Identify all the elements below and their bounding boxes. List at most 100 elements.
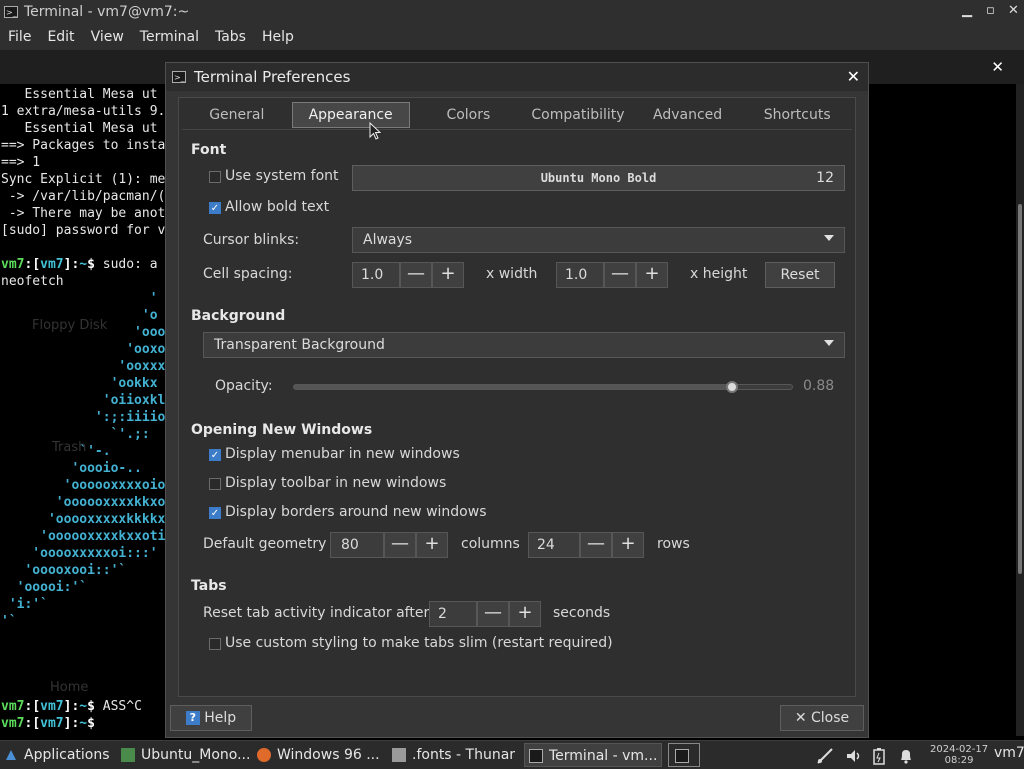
width-increase-button[interactable]: + bbox=[432, 262, 464, 288]
reset-activity-input[interactable]: 2 bbox=[429, 601, 477, 627]
opacity-label: Opacity: bbox=[215, 378, 273, 394]
use-system-font-label[interactable]: Use system font bbox=[225, 168, 339, 184]
menu-view[interactable]: View bbox=[83, 29, 132, 45]
allow-bold-checkbox[interactable]: ✓ bbox=[209, 202, 221, 214]
task-ubuntu-mono[interactable]: Ubuntu_Mono... bbox=[117, 743, 251, 767]
menu-tabs[interactable]: Tabs bbox=[207, 29, 254, 45]
notification-bell-icon[interactable] bbox=[898, 747, 914, 765]
opacity-value: 0.88 bbox=[803, 378, 835, 394]
terminal-menubar: File Edit View Terminal Tabs Help bbox=[0, 24, 1024, 50]
section-tabs: Tabs bbox=[191, 578, 227, 594]
ascii-art-line: 'oooooxxxxoio bbox=[1, 478, 166, 493]
menu-terminal[interactable]: Terminal bbox=[132, 29, 207, 45]
applications-icon bbox=[6, 750, 16, 760]
allow-bold-label[interactable]: Allow bold text bbox=[225, 199, 329, 215]
ascii-art-line: 'ooooxooi::'` bbox=[1, 563, 127, 578]
window-close-icon[interactable]: ✕ bbox=[1008, 3, 1019, 18]
columns-decrease-button[interactable]: — bbox=[384, 532, 416, 558]
tab-bar: General Appearance Colors Compatibility … bbox=[182, 101, 852, 130]
slim-tabs-checkbox[interactable] bbox=[209, 638, 221, 650]
reset-activity-increase-button[interactable]: + bbox=[509, 601, 541, 627]
firefox-icon bbox=[257, 748, 271, 762]
ascii-art-line: ' bbox=[1, 291, 158, 306]
borders-label[interactable]: Display borders around new windows bbox=[225, 504, 487, 520]
ascii-art-line: 'ooooxxxxxoi:::' bbox=[1, 546, 158, 561]
user-menu[interactable]: vm7 bbox=[994, 745, 1024, 761]
menu-edit[interactable]: Edit bbox=[39, 29, 82, 45]
font-chooser-button[interactable]: Ubuntu Mono Bold 12 bbox=[352, 165, 845, 191]
chevron-down-icon bbox=[824, 340, 834, 346]
clock-date: 2024-02-17 bbox=[930, 744, 989, 755]
opacity-slider[interactable] bbox=[293, 381, 793, 393]
battery-icon[interactable] bbox=[872, 747, 886, 765]
maximize-icon[interactable]: ▫ bbox=[986, 3, 995, 18]
font-size: 12 bbox=[816, 170, 834, 186]
menubar-label[interactable]: Display menubar in new windows bbox=[225, 446, 460, 462]
terminal-line: [sudo] password for v bbox=[1, 223, 166, 238]
task-terminal[interactable]: Terminal - vm... bbox=[524, 743, 662, 767]
tab-advanced[interactable]: Advanced bbox=[633, 101, 743, 129]
section-new-windows: Opening New Windows bbox=[191, 422, 373, 438]
opacity-slider-handle[interactable] bbox=[726, 381, 739, 393]
task-label: Ubuntu_Mono... bbox=[141, 747, 251, 763]
rows-decrease-button[interactable]: — bbox=[580, 532, 612, 558]
ascii-art-line: 'ooxo bbox=[1, 342, 166, 357]
columns-input[interactable]: 80 bbox=[330, 532, 384, 558]
help-button-label: Help bbox=[204, 710, 237, 726]
height-spacing-input[interactable]: 1.0 bbox=[556, 262, 604, 288]
height-decrease-button[interactable]: — bbox=[604, 262, 636, 288]
prompt-line: vm7:[vm7]:~$ bbox=[1, 716, 95, 731]
volume-icon[interactable] bbox=[845, 747, 863, 765]
applications-menu[interactable]: Applications bbox=[0, 743, 114, 767]
tab-appearance[interactable]: Appearance bbox=[291, 102, 410, 128]
menu-help[interactable]: Help bbox=[254, 29, 302, 45]
desktop-icon-trash[interactable]: Trash bbox=[52, 440, 86, 455]
scrollbar-thumb[interactable] bbox=[1018, 204, 1022, 574]
use-system-font-checkbox[interactable] bbox=[209, 171, 221, 183]
folder-icon bbox=[392, 748, 406, 762]
close-icon: ✕ bbox=[794, 710, 807, 726]
close-button[interactable]: ✕ Close bbox=[780, 705, 864, 731]
mouse-cursor-icon bbox=[369, 122, 381, 140]
chevron-down-icon bbox=[824, 235, 834, 241]
cursor-blinks-dropdown[interactable]: Always bbox=[352, 227, 845, 253]
menu-file[interactable]: File bbox=[0, 29, 39, 45]
tab-close-icon[interactable]: ✕ bbox=[991, 58, 1004, 76]
applications-label: Applications bbox=[24, 747, 110, 763]
task-windows96[interactable]: Windows 96 ... bbox=[253, 743, 385, 767]
dialog-close-icon[interactable]: ✕ bbox=[847, 67, 860, 86]
terminal-line: -> There may be anot bbox=[1, 206, 166, 221]
menubar-checkbox[interactable]: ✓ bbox=[209, 449, 221, 461]
columns-increase-button[interactable]: + bbox=[416, 532, 448, 558]
toolbar-checkbox[interactable] bbox=[209, 478, 221, 490]
minimize-icon[interactable]: ▁ bbox=[962, 3, 972, 18]
background-mode-dropdown[interactable]: Transparent Background bbox=[203, 332, 845, 358]
workspace-switcher[interactable] bbox=[668, 743, 700, 767]
clock[interactable]: 2024-02-17 08:29 bbox=[930, 744, 988, 766]
tab-general[interactable]: General bbox=[182, 101, 292, 129]
image-viewer-icon bbox=[121, 748, 135, 762]
rows-input[interactable]: 24 bbox=[528, 532, 580, 558]
reset-activity-decrease-button[interactable]: — bbox=[477, 601, 509, 627]
width-decrease-button[interactable]: — bbox=[400, 262, 432, 288]
borders-checkbox[interactable]: ✓ bbox=[209, 507, 221, 519]
rows-increase-button[interactable]: + bbox=[612, 532, 644, 558]
section-background: Background bbox=[191, 308, 286, 324]
tab-compatibility[interactable]: Compatibility bbox=[523, 101, 633, 129]
desktop-icon-floppy[interactable]: Floppy Disk bbox=[32, 318, 107, 333]
height-increase-button[interactable]: + bbox=[636, 262, 668, 288]
tab-shortcuts[interactable]: Shortcuts bbox=[742, 101, 852, 129]
toolbar-label[interactable]: Display toolbar in new windows bbox=[225, 475, 446, 491]
slim-tabs-label[interactable]: Use custom styling to make tabs slim (re… bbox=[225, 635, 613, 651]
help-button[interactable]: ? Help bbox=[170, 705, 252, 731]
width-spacing-input[interactable]: 1.0 bbox=[352, 262, 400, 288]
network-icon[interactable] bbox=[816, 747, 834, 765]
task-label: .fonts - Thunar bbox=[412, 747, 516, 763]
desktop-icon-home[interactable]: Home bbox=[50, 680, 88, 695]
terminal-scrollbar[interactable] bbox=[1016, 84, 1024, 736]
ascii-art-line: 'ooxxx bbox=[1, 359, 166, 374]
task-thunar[interactable]: .fonts - Thunar bbox=[388, 743, 522, 767]
reset-spacing-button[interactable]: Reset bbox=[765, 262, 835, 288]
dialog-content: General Appearance Colors Compatibility … bbox=[178, 97, 856, 697]
tab-colors[interactable]: Colors bbox=[414, 101, 524, 129]
